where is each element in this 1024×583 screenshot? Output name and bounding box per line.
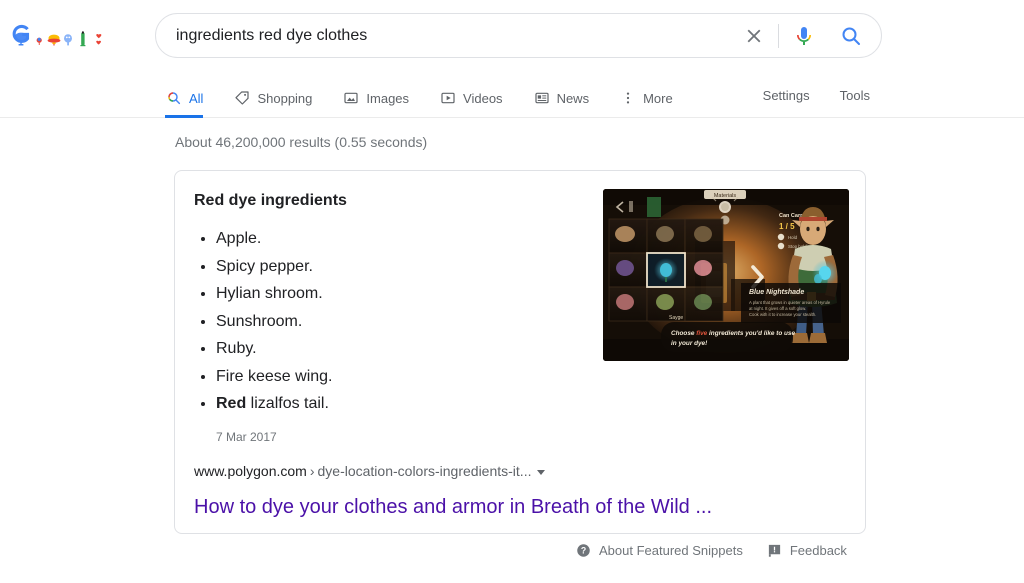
list-item: Sunshroom. xyxy=(216,308,594,336)
header-right-links: Settings Tools xyxy=(763,88,870,103)
thumb-dialogue-line1: Choose five ingredients you'd like to us… xyxy=(671,330,795,337)
thumb-item-desc-line2: at night. It gives off a soft glow. xyxy=(749,306,806,311)
tab-images-label: Images xyxy=(366,90,410,106)
featured-snippet-card: Red dye ingredients Apple. Spicy pepper.… xyxy=(174,170,866,534)
thumb-item-desc-line1: A plant that grows in quieter areas of H… xyxy=(749,300,831,305)
chevron-down-icon[interactable] xyxy=(537,469,546,475)
settings-button[interactable]: Settings xyxy=(763,88,810,103)
tab-shopping[interactable]: Shopping xyxy=(233,80,326,116)
svg-text:?: ? xyxy=(581,546,586,556)
list-item: Red lizalfos tail. xyxy=(216,390,594,418)
google-doodle-logo[interactable] xyxy=(8,18,108,50)
search-input[interactable] xyxy=(156,14,734,57)
about-featured-snippets-label: About Featured Snippets xyxy=(599,543,743,558)
thumb-speaker-label: Sayge xyxy=(669,315,683,321)
thumb-carry-count: 1 / 5 xyxy=(779,222,795,231)
feedback-label: Feedback xyxy=(789,543,847,558)
featured-snippet-thumbnail[interactable]: Materials Can Carry 1 / 5 Hold Stop hold… xyxy=(603,189,849,361)
help-circle-icon: ? xyxy=(576,543,591,558)
list-item: Ruby. xyxy=(216,335,594,363)
search-divider xyxy=(778,23,779,48)
tab-more-label: More xyxy=(643,90,673,106)
bold-term: Red xyxy=(216,395,247,412)
tools-button[interactable]: Tools xyxy=(840,88,870,103)
tab-news-label: News xyxy=(556,90,590,106)
tag-icon xyxy=(233,89,251,107)
tab-shopping-label: Shopping xyxy=(257,90,313,106)
microphone-icon[interactable] xyxy=(783,15,825,57)
result-path: dye-location-colors-ingredients-it... xyxy=(317,463,532,479)
tab-news[interactable]: News xyxy=(533,80,604,116)
about-featured-snippets-link[interactable]: ? About Featured Snippets xyxy=(576,543,743,558)
thumb-dialogue-line2: in your dye! xyxy=(671,340,708,347)
tab-all[interactable]: All xyxy=(165,80,204,118)
featured-snippet-heading: Red dye ingredients xyxy=(194,192,347,209)
thumb-item-name: Blue Nightshade xyxy=(749,289,804,296)
snippet-date: 7 Mar 2017 xyxy=(216,429,277,444)
tab-videos[interactable]: Videos xyxy=(439,80,517,116)
result-stats: About 46,200,000 results (0.55 seconds) xyxy=(175,134,428,150)
more-vertical-icon xyxy=(619,89,637,107)
feedback-flag-icon xyxy=(767,543,782,558)
tab-more[interactable]: More xyxy=(619,80,687,116)
tab-all-label: All xyxy=(189,90,204,106)
url-separator: › xyxy=(309,463,315,479)
list-item: Hylian shroom. xyxy=(216,280,594,308)
result-source: www.polygon.com › dye-location-colors-ingr… xyxy=(194,461,844,520)
thumb-hold-label: Hold xyxy=(788,235,798,240)
result-domain: www.polygon.com xyxy=(194,463,307,479)
snippet-footer: ? About Featured Snippets Feedback xyxy=(576,543,847,558)
search-icon xyxy=(165,89,183,107)
thumb-materials-label: Materials xyxy=(714,193,737,199)
feedback-link[interactable]: Feedback xyxy=(767,543,847,558)
search-tabs: All Shopping Images Videos News More xyxy=(165,80,703,118)
image-icon xyxy=(342,89,360,107)
tab-images[interactable]: Images xyxy=(342,80,423,116)
search-header: All Shopping Images xyxy=(0,0,1024,118)
featured-snippet-content: Red dye ingredients Apple. Spicy pepper.… xyxy=(194,191,594,444)
result-url[interactable]: www.polygon.com › dye-location-colors-ingr… xyxy=(194,461,844,481)
result-title-link[interactable]: How to dye your clothes and armor in Bre… xyxy=(194,494,844,520)
list-item: Apple. xyxy=(216,225,594,253)
search-submit-icon[interactable] xyxy=(825,15,877,57)
tab-videos-label: Videos xyxy=(463,90,503,106)
news-icon xyxy=(533,89,551,107)
search-box[interactable] xyxy=(155,13,882,58)
list-item: Fire keese wing. xyxy=(216,363,594,391)
ingredient-list: Apple. Spicy pepper. Hylian shroom. Suns… xyxy=(194,225,594,418)
thumb-item-desc-line3: Cook with it to increase your stealth. xyxy=(749,312,816,317)
list-item: Spicy pepper. xyxy=(216,253,594,281)
video-icon xyxy=(439,89,457,107)
clear-search-button[interactable] xyxy=(734,16,774,56)
